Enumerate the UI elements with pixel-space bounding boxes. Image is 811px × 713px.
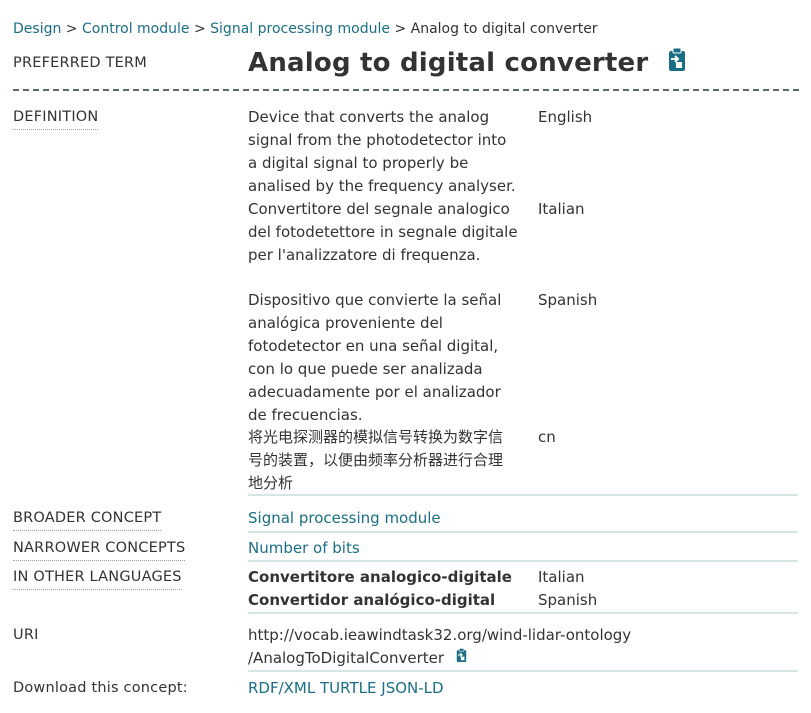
row-divider xyxy=(248,612,798,614)
page-title: Analog to digital converter xyxy=(248,45,688,82)
other-language-term-spanish: Convertidor analógico-digital xyxy=(248,591,496,609)
broader-concept-link[interactable]: Signal processing module xyxy=(248,507,441,530)
copy-to-clipboard-icon[interactable] xyxy=(455,647,468,670)
download-links: RDF/XML TURTLE JSON-LD xyxy=(248,677,444,700)
row-divider xyxy=(248,670,798,672)
definition-label: DEFINITION xyxy=(13,107,99,130)
other-languages-label: IN OTHER LANGUAGES xyxy=(13,567,182,590)
row-divider xyxy=(248,560,798,562)
other-language-lang-spanish: Spanish xyxy=(538,591,598,609)
breadcrumb-link-design[interactable]: Design xyxy=(13,21,61,37)
broader-concept-label: BROADER CONCEPT xyxy=(13,508,162,531)
download-json-ld-link[interactable]: JSON-LD xyxy=(381,679,443,697)
uri-value: http://vocab.ieawindtask32.org/wind-lida… xyxy=(248,624,668,670)
definition-text-italian: Convertitore del segnale analogico del f… xyxy=(248,200,518,264)
narrower-concept-link[interactable]: Number of bits xyxy=(248,537,360,560)
uri-line-2: /AnalogToDigitalConverter xyxy=(248,649,445,667)
breadcrumb-link-signal-processing-module[interactable]: Signal processing module xyxy=(210,21,390,37)
copy-to-clipboard-icon[interactable] xyxy=(666,46,688,82)
preferred-term-value: Analog to digital converter xyxy=(248,48,649,78)
breadcrumb-link-control-module[interactable]: Control module xyxy=(82,21,190,37)
uri-line-1: http://vocab.ieawindtask32.org/wind-lida… xyxy=(248,626,632,644)
definition-lang-spanish: Spanish xyxy=(538,291,598,309)
section-divider xyxy=(13,89,799,91)
preferred-term-label: PREFERRED TERM xyxy=(13,55,147,71)
definition-lang-english: English xyxy=(538,108,593,126)
breadcrumb-separator: > xyxy=(193,21,206,37)
other-language-lang-italian: Italian xyxy=(538,568,585,586)
download-turtle-link[interactable]: TURTLE xyxy=(320,679,376,697)
breadcrumb-current: Analog to digital converter xyxy=(410,21,598,37)
row-divider xyxy=(248,494,798,496)
definition-lang-italian: Italian xyxy=(538,200,585,218)
breadcrumb: Design > Control module > Signal process… xyxy=(13,19,598,39)
row-divider xyxy=(248,531,798,533)
breadcrumb-separator: > xyxy=(65,21,78,37)
narrower-concepts-label: NARROWER CONCEPTS xyxy=(13,538,186,561)
breadcrumb-separator: > xyxy=(394,21,407,37)
uri-line-2-wrap: /AnalogToDigitalConverter xyxy=(248,647,668,670)
uri-label: URI xyxy=(13,627,39,643)
download-label: Download this concept: xyxy=(13,680,188,696)
definition-text-chinese: 将光电探测器的模拟信号转换为数字信号的装置，以便由频率分析器进行合理地分析 xyxy=(248,428,504,492)
definition-text-english: Device that converts the analog signal f… xyxy=(248,108,516,195)
other-language-term-italian: Convertitore analogico-digitale xyxy=(248,568,512,586)
definition-lang-cn: cn xyxy=(538,428,556,446)
download-rdf-xml-link[interactable]: RDF/XML xyxy=(248,679,315,697)
definition-text-spanish: Dispositivo que convierte la señal analó… xyxy=(248,291,502,424)
